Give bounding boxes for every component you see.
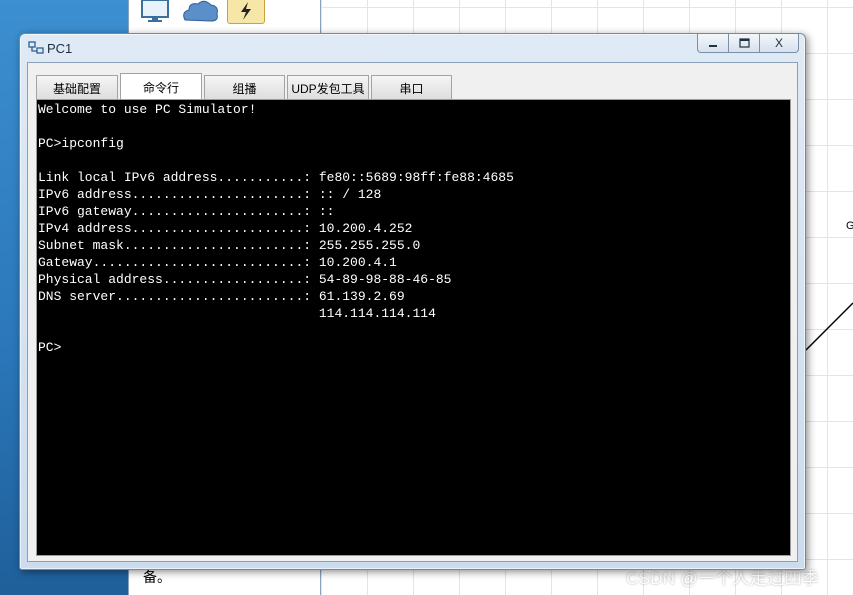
window-title: PC1 xyxy=(47,41,73,56)
tab-basic-config[interactable]: 基础配置 xyxy=(36,75,118,101)
pc1-network-icon xyxy=(28,41,44,54)
terminal-line: PC>ipconfig xyxy=(38,136,124,151)
terminal-line: Link local IPv6 address...........: fe80… xyxy=(38,170,514,185)
maximize-icon xyxy=(738,38,750,48)
terminal-line: DNS server........................: 61.1… xyxy=(38,289,405,304)
background-note-text: 备。 xyxy=(143,569,171,585)
tab-bar: 基础配置 命令行 组播 UDP发包工具 串口 xyxy=(36,73,454,101)
terminal-line: Physical address..................: 54-8… xyxy=(38,272,452,287)
terminal-line: Subnet mask.......................: 255.… xyxy=(38,238,421,253)
terminal-line: Gateway...........................: 10.2… xyxy=(38,255,397,270)
pc-monitor-icon[interactable] xyxy=(140,0,170,22)
tab-serial-port[interactable]: 串口 xyxy=(371,75,452,101)
terminal-line: IPv4 address......................: 10.2… xyxy=(38,221,413,236)
terminal-line: IPv6 address......................: :: /… xyxy=(38,187,382,202)
command-terminal[interactable]: Welcome to use PC Simulator! PC>ipconfig… xyxy=(36,99,791,556)
tab-command-line[interactable]: 命令行 xyxy=(120,73,202,101)
tab-udp-tool[interactable]: UDP发包工具 xyxy=(287,75,369,101)
pc1-window[interactable]: PC1 X 基础配置 命令行 组播 UDP发包工具 串口 Welcome to … xyxy=(19,33,806,570)
close-icon: X xyxy=(774,36,783,50)
terminal-line: Welcome to use PC Simulator! xyxy=(38,102,257,117)
terminal-line: IPv6 gateway......................: :: xyxy=(38,204,335,219)
minimize-icon xyxy=(709,45,717,47)
terminal-prompt: PC> xyxy=(38,340,62,355)
minimize-button[interactable] xyxy=(697,34,729,53)
cloud-icon[interactable] xyxy=(181,0,219,22)
window-client-area: 基础配置 命令行 组播 UDP发包工具 串口 Welcome to use PC… xyxy=(27,62,798,562)
power-icon[interactable] xyxy=(227,0,265,24)
topology-link[interactable] xyxy=(800,295,853,355)
tab-multicast[interactable]: 组播 xyxy=(204,75,285,101)
close-button[interactable]: X xyxy=(759,34,799,53)
terminal-line: 114.114.114.114 xyxy=(38,306,436,321)
maximize-button[interactable] xyxy=(728,34,760,53)
title-bar[interactable]: PC1 X xyxy=(20,34,805,61)
topology-edge-label: G xyxy=(846,220,853,232)
